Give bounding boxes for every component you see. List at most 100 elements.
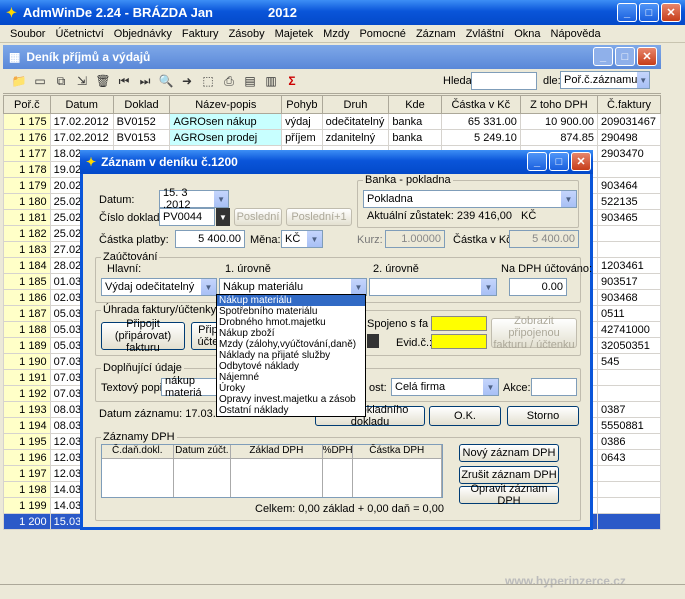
column-header[interactable]: Druh (321, 95, 390, 114)
uroven2-select[interactable]: ▼ (369, 278, 497, 296)
sum-icon[interactable]: Σ (284, 73, 300, 89)
nadph-input[interactable]: 0.00 (509, 278, 567, 296)
table-cell: odečitatelný (321, 113, 390, 130)
maximize-button[interactable]: □ (639, 3, 659, 22)
menu-item[interactable]: Majetek (270, 28, 319, 40)
pripojit-button[interactable]: Připojit (připárovat) fakturu (101, 318, 185, 354)
menu-item[interactable]: Okna (509, 28, 545, 40)
child-close-button[interactable]: ✕ (637, 47, 657, 66)
table-cell: 1 185 (3, 273, 51, 290)
menu-item[interactable]: Záznam (411, 28, 461, 40)
mena-select[interactable]: KČ ▼ (281, 230, 323, 248)
column-header[interactable]: Částka v Kč (440, 95, 521, 114)
dropdown-option[interactable]: Ostatní náklady (217, 405, 365, 416)
last-record-icon[interactable]: ⏭ (137, 73, 153, 89)
dropdown-option[interactable]: Odbytové náklady (217, 361, 365, 372)
novy-dph-button[interactable]: Nový záznam DPH (459, 444, 559, 462)
banka-select[interactable]: Pokladna ▼ (363, 190, 577, 208)
dialog-maximize-button[interactable]: □ (549, 152, 569, 171)
open-icon[interactable]: ⇲ (74, 73, 90, 89)
datum-field[interactable]: 15. 3 .2012 ▼ (159, 187, 229, 211)
menu-item[interactable]: Pomocné (354, 28, 410, 40)
table-cell: 1 176 (3, 129, 51, 146)
posledni1-button[interactable]: Poslední+1 (286, 208, 352, 226)
column-header[interactable]: Doklad (112, 95, 171, 114)
child-maximize-button[interactable]: □ (615, 47, 635, 66)
dropdown-option[interactable]: Úroky (217, 383, 365, 394)
dropdown-option[interactable]: Opravy invest.majetku a zásob (217, 394, 365, 405)
ok-button[interactable]: O.K. (429, 406, 501, 426)
spojeno-field[interactable] (431, 316, 487, 331)
menu-item[interactable]: Zvláštní (461, 28, 510, 40)
column-header[interactable]: Poř.č (3, 95, 51, 114)
uroven1-dropdown-list: Nákup materiálu Spotřebního materiálu Drob… (216, 294, 366, 417)
column-header[interactable]: Z toho DPH (519, 95, 598, 114)
spojeno-arrow-icon[interactable] (367, 334, 379, 348)
table-cell: 545 (596, 353, 662, 370)
dialog-close-button[interactable]: ✕ (571, 152, 591, 171)
dropdown-option[interactable]: Náklady na přijaté služby (217, 350, 365, 361)
menu-item[interactable]: Mzdy (318, 28, 354, 40)
select-icon[interactable]: ⬚ (200, 73, 216, 89)
menu-item[interactable]: Zásoby (224, 28, 270, 40)
castka-input[interactable]: 5 400.00 (175, 230, 245, 248)
hlavni-select[interactable]: Výdaj odečitatelný ▼ (101, 278, 217, 296)
menu-item[interactable]: Soubor (5, 28, 50, 40)
search-input[interactable] (471, 72, 537, 90)
posledni-button[interactable]: Poslední (234, 208, 282, 226)
dropdown-option[interactable]: Mzdy (zálohy,vyúčtování,daně) (217, 339, 365, 350)
table-cell: 903465 (596, 209, 662, 226)
column-header[interactable]: Název-popis (169, 95, 283, 114)
menu-item[interactable]: Faktury (177, 28, 224, 40)
table-cell (596, 225, 662, 242)
chevron-down-icon: ▼ (637, 72, 649, 88)
column-header[interactable]: Pohyb (281, 95, 323, 114)
find-icon[interactable]: 🔍 (158, 73, 174, 89)
app-icon: ✦ (6, 4, 17, 20)
menu-item[interactable]: Nápověda (546, 28, 606, 40)
evid-field[interactable] (431, 334, 487, 349)
ost-select[interactable]: Celá firma ▼ (391, 378, 499, 396)
castka-kc-input[interactable]: 5 400.00 (509, 230, 579, 248)
print-icon[interactable]: ⎙ (221, 73, 237, 89)
zobrazit-button[interactable]: Zobrazit připojenou fakturu / účtenku (491, 315, 577, 351)
copy-icon[interactable]: ⧉ (53, 73, 69, 89)
close-button[interactable]: ✕ (661, 3, 681, 22)
cislo-dropdown-icon[interactable]: ▼ (216, 208, 230, 226)
dialog-minimize-button[interactable]: _ (527, 152, 547, 171)
table-cell: zdanitelný (321, 129, 390, 146)
table-row[interactable]: 1 175 17.02.2012 BV0152 AGROsen nákup výdaj o… (3, 113, 662, 130)
dropdown-option[interactable]: Nákup materiálu (217, 295, 365, 306)
column-header[interactable]: Datum (49, 95, 114, 114)
textovy-input[interactable]: nákup materiá (161, 375, 221, 399)
goto-icon[interactable]: ➜ (179, 73, 195, 89)
column-header[interactable]: Kde (388, 95, 442, 114)
minimize-button[interactable]: _ (617, 3, 637, 22)
print-preview-icon[interactable]: ▤ (242, 73, 258, 89)
dropdown-option[interactable]: Nákup zboží (217, 328, 365, 339)
child-minimize-button[interactable]: _ (593, 47, 613, 66)
table-cell: banka (388, 113, 442, 130)
table-cell: 903468 (596, 289, 662, 306)
column-header[interactable]: Č.faktury (596, 95, 662, 114)
menu-item[interactable]: Účetnictví (50, 28, 108, 40)
zustatek-text: Aktuální zůstatek: 239 416,00 (367, 210, 512, 222)
first-record-icon[interactable]: ⏮ (116, 73, 132, 89)
cislo-input[interactable]: PV0044 (159, 208, 215, 226)
menu-item[interactable]: Objednávky (109, 28, 177, 40)
zrusit-dph-button[interactable]: Zrušit záznam DPH (459, 466, 559, 484)
akce-input[interactable] (531, 378, 577, 396)
search-by-select[interactable]: Poř.č.záznamu ▼ (560, 71, 650, 89)
table-cell: 1203461 (596, 257, 662, 274)
folder-icon[interactable]: 📁 (11, 73, 27, 89)
table-row[interactable]: 1 176 17.02.2012 BV0153 AGROsen prodej příje… (3, 129, 662, 146)
dropdown-option[interactable]: Nájemné (217, 372, 365, 383)
dropdown-option[interactable]: Drobného hmot.majetku (217, 317, 365, 328)
new-doc-icon[interactable]: ▭ (32, 73, 48, 89)
delete-icon[interactable]: 🗑 (95, 73, 111, 89)
opravit-dph-button[interactable]: Opravit záznam DPH (459, 483, 559, 507)
export-icon[interactable]: ▥ (263, 73, 279, 89)
storno-button[interactable]: Storno (507, 406, 579, 426)
dropdown-option[interactable]: Spotřebního materiálu (217, 306, 365, 317)
kurz-input[interactable]: 1.00000 (385, 230, 445, 248)
